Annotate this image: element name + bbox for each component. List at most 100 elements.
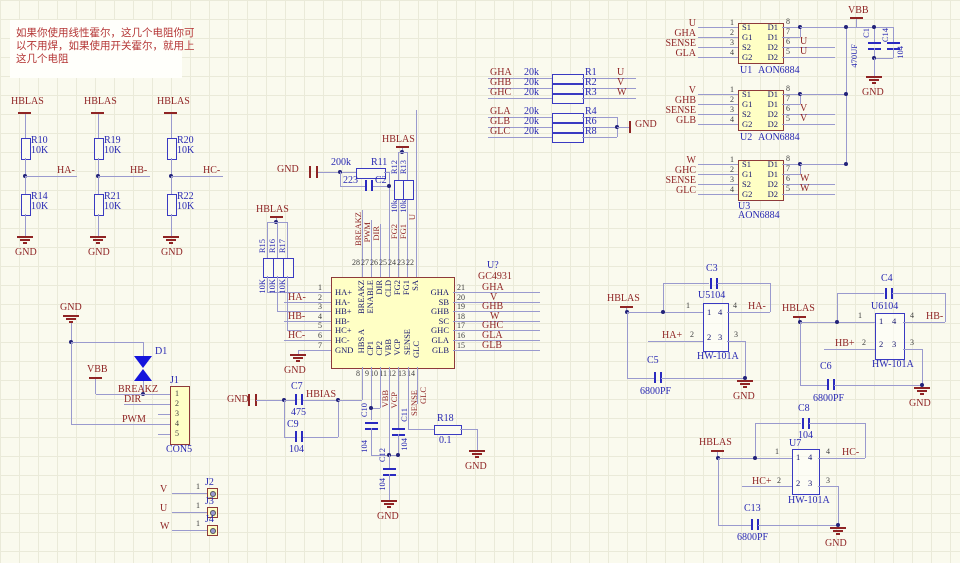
wire [627,378,654,379]
pin-name: D1 [760,160,778,169]
resistor-r17-body[interactable] [283,258,294,278]
pin-name: 4 [808,453,812,462]
pin-name: HB+ [335,307,352,316]
pin-name: S2 [742,43,751,52]
resistor-r21-body[interactable] [94,194,104,216]
designator-r18: R18 [437,414,454,424]
pin-number: 4 [826,448,830,456]
wire [698,194,738,195]
pin-name: 1 [796,453,800,462]
wire [782,124,835,125]
gnd-label: GND [88,248,110,258]
pin-name: G1 [742,100,752,109]
capacitor-c7-symbol[interactable] [295,394,303,405]
gnd-label: GND [733,392,755,402]
designator-c4: C4 [881,274,893,284]
pin-number: 5 [310,322,322,330]
wire [98,114,99,138]
gnd-symbol [469,450,485,459]
value-r17: 10K [278,279,287,294]
resistor-r20-body[interactable] [167,138,177,160]
pin-name: 4 [892,317,896,326]
resistor-r4-body[interactable] [552,113,584,123]
resistor-r10-body[interactable] [21,138,31,160]
resistor-r14-body[interactable] [21,194,31,216]
pin-number: 5 [175,430,179,438]
part-hw101a: HW-101A [788,496,830,506]
pin-number: 5 [786,185,790,193]
pin-name: 4 [718,308,722,317]
resistor-r8-body[interactable] [552,133,584,143]
pin-name: D2 [760,43,778,52]
junction-dot [844,162,848,166]
designator-c7: C7 [291,382,303,392]
pin-number: 8 [786,85,790,93]
designator-d1: D1 [155,347,167,357]
connector-j1-body[interactable] [170,386,190,445]
pin-name: G1 [742,170,752,179]
resistor-r18-body[interactable] [434,425,462,435]
junction-dot [844,25,848,29]
wire [837,293,838,322]
designator-j4: J4 [205,515,214,525]
value-c9: 104 [289,445,304,455]
designator-r16: R16 [268,239,277,253]
pin-number: 2 [720,166,734,174]
gnd-symbol [737,380,753,389]
pin-number: 1 [775,448,779,456]
wire [893,48,894,58]
net-label-u: U [408,214,417,220]
wire [627,312,628,378]
net-label-u: U [160,504,167,514]
wire [627,312,703,313]
pin-name: 2 [796,479,800,488]
capacitor-c2-symbol[interactable] [365,180,373,191]
resistor-r1-body[interactable] [552,74,584,84]
resistor-r3-body[interactable] [552,94,584,104]
pin-number: 21 [457,284,465,292]
tvs-diode-d1[interactable] [134,356,152,381]
wire [384,172,389,173]
pin-name: S1 [742,160,751,169]
designator-c5: C5 [647,356,659,366]
resistor-r19-body[interactable] [94,138,104,160]
wire [298,350,331,351]
resistor-r2-body[interactable] [552,84,584,94]
wire [371,428,372,455]
pin-name: G1 [742,33,752,42]
resistor-r6-body[interactable] [552,123,584,133]
pin-number: 16 [457,332,465,340]
pin-number: 19 [457,303,465,311]
net-label-hbias: HBIAS [306,390,336,400]
wire [903,322,945,323]
resistor-r13-body[interactable] [403,180,414,200]
wire [143,342,144,356]
wire [284,400,285,437]
designator-u7: U7 [789,439,801,449]
pin-number: 1 [310,284,322,292]
designator-c3: C3 [706,264,718,274]
power-label-hblas: HBLAS [84,97,117,107]
part-hw101a: HW-101A [697,352,739,362]
schematic-canvas: 如果你使用线性霍尔，这几个电阻你可 以不用焊，如果使用开关霍尔，就用上 这几个电… [0,0,960,563]
net-label-fg1: FG1 [399,224,408,239]
wire [398,152,407,153]
wire [172,493,207,494]
junction-dot [369,406,373,410]
pin-number: 1 [196,483,200,491]
wire [158,414,170,415]
pin-number: 3 [826,477,830,485]
gnd-symbol [381,500,397,509]
value-r3: 20k [524,88,539,98]
wire [755,423,801,424]
net-label-hb-minus: HB- [926,312,943,322]
gnd-symbol [914,387,930,396]
power-label-hblas: HBLAS [782,304,815,314]
pad-j4[interactable] [207,525,218,536]
resistor-r22-body[interactable] [167,194,177,216]
wire [892,293,945,294]
pin-number: 3 [720,106,734,114]
gnd-symbol [90,236,106,245]
power-label-hblas: HBLAS [699,438,732,448]
capacitor-c9-symbol[interactable] [295,431,303,442]
